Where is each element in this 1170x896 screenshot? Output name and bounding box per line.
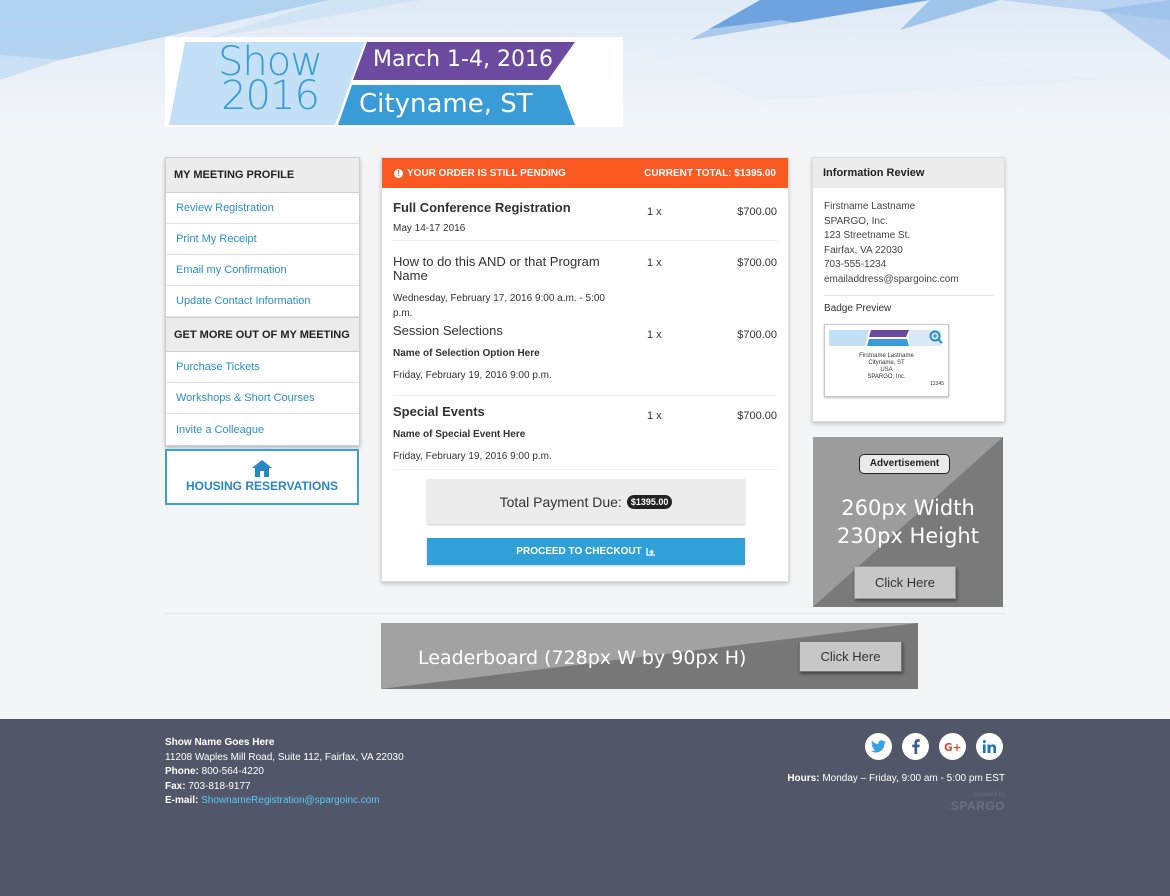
badge-name: Firstname Lastname (859, 352, 914, 359)
more-heading: GET MORE OUT OF MY MEETING (166, 317, 359, 352)
line-item-qty: 1 x (647, 257, 662, 269)
line-item-date: Wednesday, February 17, 2016 9:00 a.m. -… (393, 293, 605, 319)
hours-label: Hours: (787, 773, 820, 784)
total-label: Total Payment Due: (499, 493, 622, 510)
line-item-price: $700.00 (737, 257, 777, 269)
line-item-date: Friday, February 19, 2016 9:00 p.m. (393, 451, 552, 462)
line-item-option: Name of Special Event Here (393, 429, 526, 440)
attendee-phone: 703-555-1234 (824, 259, 887, 270)
svg-text:G+: G+ (944, 741, 961, 752)
line-item-date: May 14-17 2016 (393, 223, 466, 234)
powered-by-label: powered by (973, 792, 1005, 798)
order-line-item: Special Events Name of Special Event Her… (393, 396, 777, 470)
facebook-icon[interactable] (902, 733, 929, 760)
badge-number: 12345 (930, 381, 944, 387)
attendee-company: SPARGO, Inc. (824, 215, 888, 227)
badge-country: USA (880, 366, 893, 373)
attendee-city: Fairfax, VA 22030 (824, 244, 903, 256)
profile-heading: MY MEETING PROFILE (166, 158, 359, 193)
order-line-item: Session Selections Name of Selection Opt… (393, 321, 777, 396)
footer-email-link[interactable]: ShownameRegistration@spargoinc.com (201, 795, 380, 806)
logo-show-title: Show 2016 (218, 39, 323, 119)
sidebar-item-print-receipt[interactable]: Print My Receipt (166, 224, 359, 255)
advertisement-box[interactable]: Advertisement 260px Width 230px Height C… (813, 437, 1003, 607)
badge-city: Cityname, ST (868, 359, 905, 366)
order-status-text: YOUR ORDER IS STILL PENDING (407, 167, 566, 179)
attendee-street: 123 Streetname St. (824, 230, 911, 241)
sidebar-item-update-contact[interactable]: Update Contact Information (166, 286, 359, 317)
phone-label: Phone: (165, 766, 199, 778)
proceed-to-checkout-button[interactable]: PROCEED TO CHECKOUT (427, 538, 745, 565)
line-item-title: Session Selections (393, 323, 503, 338)
linkedin-icon[interactable] (976, 733, 1003, 760)
ad-click-here-button[interactable]: Click Here (854, 566, 956, 599)
information-review-panel: Information Review Firstname Lastname SP… (812, 157, 1005, 422)
ad-dimensions-text: 260px Width 230px Height (837, 496, 979, 548)
footer-contact: Show Name Goes Here 11208 Waples Mill Ro… (165, 736, 404, 809)
order-status-bar: ! YOUR ORDER IS STILL PENDING CURRENT TO… (382, 158, 788, 188)
info-divider (824, 295, 993, 296)
email-label: E-mail: (165, 795, 199, 807)
footer-phone: 800-564-4220 (201, 766, 264, 778)
housing-label: HOUSING RESERVATIONS (185, 479, 339, 493)
meeting-profile-menu: MY MEETING PROFILE Review Registration P… (165, 157, 360, 446)
line-item-qty: 1 x (647, 410, 662, 422)
footer-fax: 703-818-9177 (188, 780, 251, 792)
footer-address: 11208 Waples Mill Road, Suite 112, Fairf… (165, 751, 404, 763)
twitter-icon[interactable] (865, 733, 892, 760)
sidebar-item-purchase-tickets[interactable]: Purchase Tickets (166, 352, 359, 383)
leaderboard-ad[interactable]: Leaderboard (728px W by 90px H) Click He… (381, 623, 918, 689)
cart-arrow-icon (646, 548, 655, 556)
footer-show-name: Show Name Goes Here (165, 737, 275, 748)
line-item-date: Friday, February 19, 2016 9:00 p.m. (393, 370, 552, 381)
alert-icon: ! (394, 168, 403, 178)
attendee-email: emailaddress@spargoinc.com (824, 273, 959, 285)
logo-dates: March 1-4, 2016 (373, 47, 553, 72)
total-payment-due: Total Payment Due: $1395.00 (427, 479, 745, 524)
badge-preview[interactable]: Firstname Lastname Cityname, ST USA SPAR… (824, 323, 949, 397)
line-item-title: Special Events (393, 404, 485, 419)
attendee-name: Firstname Lastname (824, 201, 916, 212)
line-item-title: Full Conference Registration (393, 200, 571, 215)
header-banner: Show 2016 March 1-4, 2016 Cityname, ST (0, 0, 1170, 145)
footer-hours: Hours: Monday – Friday, 9:00 am - 5:00 p… (787, 773, 1005, 784)
line-item-price: $700.00 (737, 206, 777, 218)
social-links: G+ (865, 733, 1003, 760)
order-line-item: How to do this AND or that Program Name … (393, 241, 777, 321)
total-value-badge: $1395.00 (626, 494, 673, 509)
zoom-icon[interactable] (929, 330, 943, 344)
sidebar-item-workshops[interactable]: Workshops & Short Courses (166, 383, 359, 414)
ad-tag: Advertisement (859, 454, 950, 474)
leaderboard-text: Leaderboard (728px W by 90px H) (418, 647, 747, 669)
line-item-qty: 1 x (647, 206, 662, 218)
line-item-qty: 1 x (647, 329, 662, 341)
line-item-option: Name of Selection Option Here (393, 348, 540, 359)
checkout-label: PROCEED TO CHECKOUT (516, 546, 642, 557)
line-item-price: $700.00 (737, 410, 777, 422)
footer: Show Name Goes Here 11208 Waples Mill Ro… (0, 719, 1170, 896)
order-line-item: Full Conference Registration May 14-17 2… (393, 188, 777, 241)
line-item-price: $700.00 (737, 329, 777, 341)
section-divider (165, 613, 1005, 614)
leaderboard-click-here-button[interactable]: Click Here (799, 641, 902, 672)
spargo-brand: SPARGO (950, 799, 1005, 813)
housing-reservations-button[interactable]: HOUSING RESERVATIONS (165, 449, 359, 505)
badge-preview-label: Badge Preview (824, 303, 892, 314)
order-summary: ! YOUR ORDER IS STILL PENDING CURRENT TO… (381, 157, 789, 582)
info-review-heading: Information Review (813, 158, 1004, 188)
badge-header-band (829, 329, 941, 346)
home-icon (252, 460, 272, 477)
hours-text: Monday – Friday, 9:00 am - 5:00 pm EST (822, 773, 1005, 784)
google-plus-icon[interactable]: G+ (939, 733, 966, 760)
sidebar-item-invite-colleague[interactable]: Invite a Colleague (166, 414, 359, 445)
sidebar-item-review-registration[interactable]: Review Registration (166, 193, 359, 224)
fax-label: Fax: (165, 780, 186, 792)
powered-by-logo: powered by SPARGO (951, 791, 1005, 813)
line-item-title: How to do this AND or that Program Name (393, 254, 600, 283)
current-total: CURRENT TOTAL: $1395.00 (644, 167, 776, 179)
sidebar-item-email-confirmation[interactable]: Email my Confirmation (166, 255, 359, 286)
logo-city: Cityname, ST (359, 89, 533, 119)
show-logo[interactable]: Show 2016 March 1-4, 2016 Cityname, ST (165, 37, 623, 127)
order-status: ! YOUR ORDER IS STILL PENDING (394, 168, 566, 179)
